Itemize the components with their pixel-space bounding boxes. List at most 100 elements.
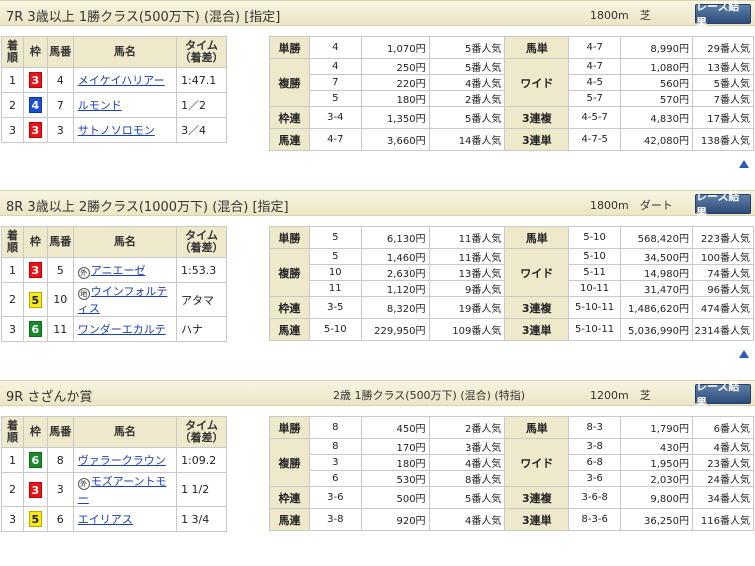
- race-distance: 1800m ダート: [590, 199, 673, 212]
- horse-name-cell: サトノソロモン: [72, 117, 178, 143]
- payout-amount: 1,080円: [620, 58, 693, 75]
- payout-label-umatan: 馬単: [504, 416, 570, 439]
- horse-origin-mark: 地: [77, 288, 90, 300]
- payout-combo: 4-7-5: [568, 128, 622, 151]
- horse-name-link[interactable]: メイケイハリアー: [78, 74, 165, 87]
- horse-name-link[interactable]: エイリアス: [78, 513, 133, 526]
- frame-cell: 5: [22, 282, 48, 317]
- payout-label-umaren: 馬連: [269, 128, 310, 151]
- payout-combo: 4: [308, 36, 362, 59]
- horse-name-link[interactable]: ヴァラークラウン: [78, 454, 166, 467]
- payout-popularity: 5番人気: [691, 74, 755, 91]
- col-header-horse-number: 馬番: [46, 226, 74, 258]
- payout-label-fukusho: 複勝: [269, 58, 310, 107]
- finish-position: 2: [1, 282, 24, 317]
- race-header: 7R 3歳以上 1勝クラス(500万下) (混合) [指定] 1800m 芝 レース…: [0, 0, 755, 29]
- payout-row: 単勝 4 1,070円 5番人気 馬単 4-7 8,990円 29番人気: [269, 36, 755, 59]
- payout-amount: 560円: [620, 74, 693, 91]
- payout-amount: 530円: [360, 470, 430, 487]
- payout-combo: 5: [308, 90, 362, 107]
- payout-popularity: 13番人気: [691, 58, 755, 75]
- payout-popularity: 19番人気: [428, 296, 506, 319]
- horse-name-cell: 地ウインフォルティス: [72, 282, 178, 317]
- payout-combo: 3-6: [568, 470, 622, 487]
- payout-amount: 8,990円: [620, 36, 693, 59]
- payout-combo: 5-10: [308, 318, 362, 341]
- payout-popularity: 2番人気: [428, 90, 506, 107]
- finish-time: 1:09.2: [176, 447, 227, 473]
- page-top-arrow-icon[interactable]: [739, 160, 749, 168]
- payout-label-wide: ワイド: [504, 58, 570, 107]
- payout-amount: 2,030円: [620, 470, 693, 487]
- frame-cell: 3: [22, 67, 48, 93]
- table-row: 1 6 8 ヴァラークラウン 1:09.2: [1, 447, 227, 473]
- frame-cell: 3: [22, 257, 48, 283]
- payout-popularity: 29番人気: [691, 36, 755, 59]
- horse-number: 10: [46, 282, 74, 317]
- frame-badge: 3: [28, 122, 42, 138]
- horse-name-link[interactable]: ウインフォルティス: [78, 285, 168, 315]
- payout-label-sanrenpuku: 3連複: [504, 296, 570, 319]
- payout-combo: 5-11: [568, 264, 622, 281]
- horse-name-cell: ヴァラークラウン: [72, 447, 178, 473]
- race-result-button[interactable]: レース結果: [695, 380, 751, 409]
- frame-badge: 3: [28, 72, 42, 88]
- finish-time: アタマ: [176, 282, 227, 317]
- horse-name-cell: ルモンド: [72, 92, 178, 118]
- payout-combo: 3-6: [308, 486, 362, 509]
- payout-amount: 920円: [360, 508, 430, 531]
- finish-table: 着順枠馬番 馬名 タイム（着差） 1 6 8 ヴァラークラウン 1:09.2 2 3 3 外モズアーン…: [1, 416, 227, 532]
- table-row: 1 3 5 外アニエーゼ 1:53.3: [1, 257, 227, 283]
- payout-amount: 568,420円: [620, 226, 693, 249]
- horse-name-link[interactable]: サトノソロモン: [78, 124, 155, 137]
- finish-time: 1 1/2: [176, 472, 227, 507]
- horse-name-link[interactable]: アニエーゼ: [91, 264, 146, 277]
- race-result-button[interactable]: レース結果: [695, 0, 751, 29]
- payout-table: 単勝 5 6,130円 11番人気 馬単 5-10 568,420円 223番人気 複勝 5 1,4…: [269, 226, 755, 341]
- payout-popularity: 4番人気: [691, 438, 755, 455]
- page-top-arrow-icon[interactable]: [739, 350, 749, 358]
- payout-combo: 5: [308, 248, 362, 265]
- payout-combo: 8: [308, 416, 362, 439]
- payout-popularity: 3番人気: [428, 438, 506, 455]
- payout-amount: 34,500円: [620, 248, 693, 265]
- payout-row: 単勝 5 6,130円 11番人気 馬単 5-10 568,420円 223番人気: [269, 226, 755, 249]
- payout-popularity: 74番人気: [691, 264, 755, 281]
- payout-row: 枠連 3-4 1,350円 5番人気 3連複 4-5-7 4,830円 17番人気: [269, 106, 755, 129]
- payout-combo: 8-3-6: [568, 508, 622, 531]
- payout-label-umatan: 馬単: [504, 36, 570, 59]
- payout-combo: 4-7: [568, 36, 622, 59]
- table-row: 1 3 4 メイケイハリアー 1:47.1: [1, 67, 227, 93]
- frame-cell: 6: [22, 447, 48, 473]
- payout-combo: 4-5-7: [568, 106, 622, 129]
- payout-popularity: 24番人気: [691, 470, 755, 487]
- race-title: 8R 3歳以上 2勝クラス(1000万下) (混合) [指定]: [6, 200, 289, 215]
- payout-amount: 170円: [360, 438, 430, 455]
- payout-amount: 1,120円: [360, 280, 430, 297]
- payout-row: 複勝 5 1,460円 11番人気 ワイド 5-10 34,500円 100番人気: [269, 248, 755, 297]
- horse-name-link[interactable]: モズアーントモー: [78, 475, 167, 505]
- payout-amount: 6,130円: [360, 226, 430, 249]
- finish-position: 3: [1, 117, 24, 143]
- payout-combo: 5-10-11: [568, 296, 622, 319]
- col-header-horse-number: 馬番: [46, 36, 74, 68]
- table-row: 2 3 3 外モズアーントモー 1 1/2: [1, 472, 227, 507]
- horse-name-link[interactable]: ルモンド: [78, 99, 122, 112]
- payout-amount: 1,350円: [360, 106, 430, 129]
- payout-label-sanrentan: 3連単: [504, 318, 570, 341]
- horse-name-link[interactable]: ワンダーエカルテ: [78, 323, 166, 336]
- col-header-frame: 枠: [22, 36, 48, 68]
- table-row: 3 3 3 サトノソロモン 3／4: [1, 117, 227, 143]
- payout-row: 複勝 8 170円 3番人気 ワイド 3-8 430円 4番人気: [269, 438, 755, 487]
- payout-amount: 180円: [360, 90, 430, 107]
- payout-popularity: 23番人気: [691, 454, 755, 471]
- race-result-button[interactable]: レース結果: [695, 190, 751, 219]
- finish-time: 1:53.3: [176, 257, 227, 283]
- finish-header-row: 着順枠馬番 馬名 タイム（着差）: [1, 416, 227, 448]
- payout-popularity: 34番人気: [691, 486, 755, 509]
- race-title: 7R 3歳以上 1勝クラス(500万下) (混合) [指定]: [6, 10, 281, 25]
- payout-row: 馬連 4-7 3,660円 14番人気 3連単 4-7-5 42,080円 138番人気: [269, 128, 755, 151]
- race-header: 8R 3歳以上 2勝クラス(1000万下) (混合) [指定] 1800m ダート…: [0, 190, 755, 219]
- payout-popularity: 2314番人気: [691, 318, 755, 341]
- payout-combo: 5-10: [568, 248, 622, 265]
